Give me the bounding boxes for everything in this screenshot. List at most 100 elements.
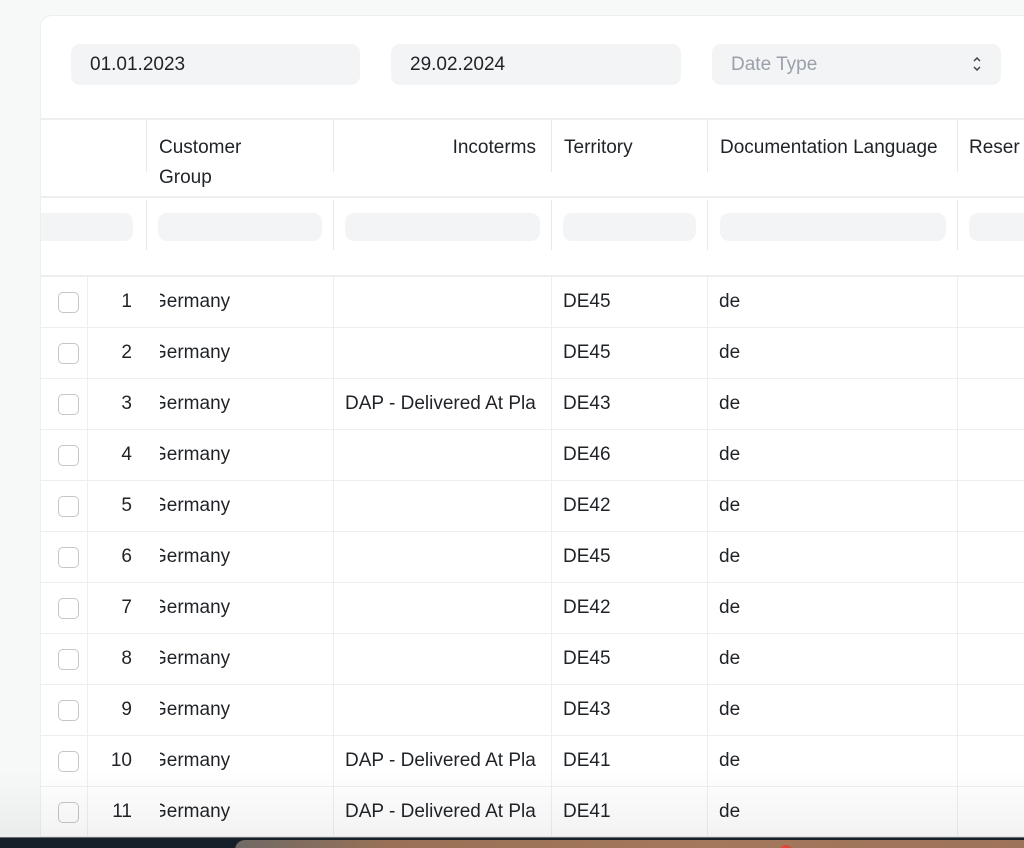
cell-customer-group[interactable]: Germany [146, 685, 333, 735]
cell-territory[interactable]: DE46 [551, 430, 707, 480]
filter-input-index[interactable] [41, 213, 133, 241]
cell-reserved[interactable] [957, 430, 1024, 480]
cell-reserved[interactable] [957, 583, 1024, 633]
cell-customer-group[interactable]: Germany [146, 532, 333, 582]
cell-territory[interactable]: DE43 [551, 379, 707, 429]
cell-documentation-language[interactable]: de [707, 685, 957, 735]
cell-documentation-language[interactable]: de [707, 634, 957, 684]
cell-incoterms[interactable] [333, 481, 551, 531]
table-row[interactable]: 2 Germany DE45 de [41, 328, 1024, 379]
cell-reserved[interactable] [957, 685, 1024, 735]
cell-incoterms[interactable]: DAP - Delivered At Pla [333, 787, 551, 836]
cell-customer-group[interactable]: Germany [146, 736, 333, 786]
header-reserved[interactable]: Reser [957, 120, 1024, 172]
cell-reserved[interactable] [957, 634, 1024, 684]
cell-customer-group-text: Germany [152, 699, 231, 720]
cell-incoterms[interactable]: DAP - Delivered At Pla [333, 379, 551, 429]
cell-customer-group[interactable]: Germany [146, 481, 333, 531]
cell-incoterms[interactable] [333, 532, 551, 582]
row-checkbox[interactable] [58, 496, 79, 517]
filter-input-reserved[interactable] [969, 213, 1024, 241]
cell-customer-group[interactable]: Germany [146, 328, 333, 378]
row-checkbox[interactable] [58, 445, 79, 466]
row-checkbox-cell [41, 685, 88, 735]
cell-reserved[interactable] [957, 481, 1024, 531]
header-territory[interactable]: Territory [551, 120, 707, 172]
table-header-row: Customer Group Incoterms Territory Docum… [41, 120, 1024, 198]
cell-documentation-language[interactable]: de [707, 328, 957, 378]
from-date-input[interactable]: 01.01.2023 [71, 44, 360, 85]
row-checkbox[interactable] [58, 700, 79, 721]
header-incoterms[interactable]: Incoterms [333, 120, 551, 172]
filter-input-territory[interactable] [563, 213, 696, 241]
cell-customer-group[interactable]: Germany [146, 634, 333, 684]
cell-incoterms[interactable] [333, 277, 551, 327]
row-checkbox[interactable] [58, 343, 79, 364]
cell-customer-group[interactable]: Germany [146, 787, 333, 836]
cell-customer-group[interactable]: Germany [146, 583, 333, 633]
row-checkbox[interactable] [58, 598, 79, 619]
filter-input-customer-group[interactable] [158, 213, 322, 241]
cell-documentation-language[interactable]: de [707, 532, 957, 582]
filter-input-documentation-language[interactable] [720, 213, 946, 241]
row-number: 2 [121, 342, 132, 363]
table-row[interactable]: 1 Germany DE45 de [41, 277, 1024, 328]
cell-reserved[interactable] [957, 787, 1024, 836]
to-date-input[interactable]: 29.02.2024 [391, 44, 681, 85]
cell-territory[interactable]: DE45 [551, 277, 707, 327]
cell-documentation-language[interactable]: de [707, 277, 957, 327]
cell-territory[interactable]: DE45 [551, 328, 707, 378]
table-row[interactable]: 4 Germany DE46 de [41, 430, 1024, 481]
cell-incoterms[interactable] [333, 430, 551, 480]
cell-territory[interactable]: DE41 [551, 787, 707, 836]
header-territory-label: Territory [564, 137, 633, 158]
table-row[interactable]: 3 Germany DAP - Delivered At Pla DE43 de [41, 379, 1024, 430]
cell-customer-group[interactable]: Germany [146, 430, 333, 480]
cell-incoterms[interactable] [333, 634, 551, 684]
table-row[interactable]: 5 Germany DE42 de [41, 481, 1024, 532]
row-checkbox[interactable] [58, 802, 79, 823]
cell-reserved[interactable] [957, 532, 1024, 582]
cell-territory[interactable]: DE42 [551, 583, 707, 633]
cell-reserved[interactable] [957, 379, 1024, 429]
cell-reserved[interactable] [957, 328, 1024, 378]
header-customer-group[interactable]: Customer Group [146, 120, 333, 188]
cell-territory[interactable]: DE42 [551, 481, 707, 531]
row-checkbox-cell [41, 583, 88, 633]
cell-documentation-language[interactable]: de [707, 736, 957, 786]
table-row[interactable]: 11 Germany DAP - Delivered At Pla DE41 d… [41, 787, 1024, 836]
table-row[interactable]: 8 Germany DE45 de [41, 634, 1024, 685]
cell-territory[interactable]: DE43 [551, 685, 707, 735]
filter-input-incoterms[interactable] [345, 213, 540, 241]
cell-reserved[interactable] [957, 277, 1024, 327]
table-row[interactable]: 7 Germany DE42 de [41, 583, 1024, 634]
cell-incoterms[interactable] [333, 685, 551, 735]
table-row[interactable]: 9 Germany DE43 de [41, 685, 1024, 736]
row-checkbox-cell [41, 379, 88, 429]
cell-incoterms[interactable] [333, 328, 551, 378]
cell-documentation-language[interactable]: de [707, 430, 957, 480]
cell-documentation-language[interactable]: de [707, 379, 957, 429]
cell-documentation-language[interactable]: de [707, 787, 957, 836]
header-incoterms-label: Incoterms [452, 137, 536, 158]
table-row[interactable]: 10 Germany DAP - Delivered At Pla DE41 d… [41, 736, 1024, 787]
cell-territory[interactable]: DE45 [551, 634, 707, 684]
row-checkbox[interactable] [58, 547, 79, 568]
cell-reserved[interactable] [957, 736, 1024, 786]
row-checkbox[interactable] [58, 292, 79, 313]
row-checkbox[interactable] [58, 751, 79, 772]
row-checkbox-cell [41, 634, 88, 684]
cell-documentation-language[interactable]: de [707, 583, 957, 633]
header-documentation-language[interactable]: Documentation Language [707, 120, 957, 172]
cell-incoterms[interactable]: DAP - Delivered At Pla [333, 736, 551, 786]
cell-territory[interactable]: DE41 [551, 736, 707, 786]
cell-incoterms[interactable] [333, 583, 551, 633]
cell-customer-group[interactable]: Germany [146, 379, 333, 429]
cell-customer-group[interactable]: Germany [146, 277, 333, 327]
cell-documentation-language[interactable]: de [707, 481, 957, 531]
table-row[interactable]: 6 Germany DE45 de [41, 532, 1024, 583]
row-checkbox[interactable] [58, 649, 79, 670]
row-checkbox[interactable] [58, 394, 79, 415]
cell-territory[interactable]: DE45 [551, 532, 707, 582]
date-type-select[interactable]: Date Type [712, 44, 1001, 85]
